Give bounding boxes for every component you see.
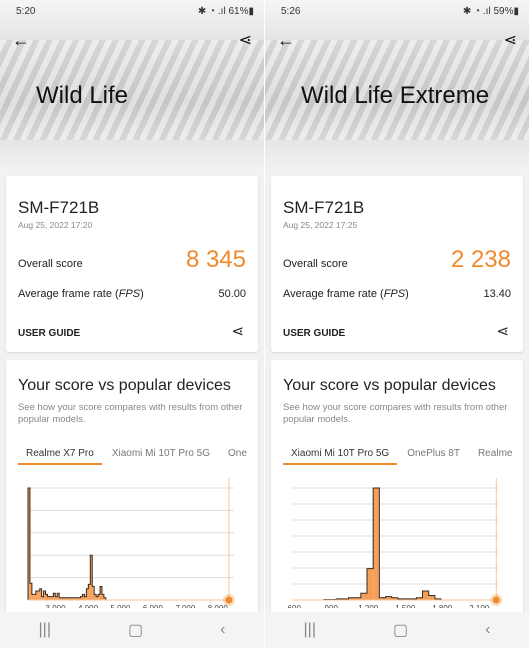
histogram-outline [27,487,108,601]
fps-label: Average frame rate (FPS) [18,288,144,300]
share-icon[interactable]: ⋖ [239,30,252,50]
status-bar: 5:20 ✱ ◔ .ıl 61%▮ [16,6,254,17]
back-arrow-icon[interactable]: ← [277,30,295,51]
your-score-marker [492,596,500,604]
share-result-icon[interactable]: ⋖ [231,322,244,340]
histogram-bar [49,596,52,600]
histogram-bar [373,488,380,600]
device-name: SM-F721B [283,198,365,217]
panel-wild-life-extreme: 5:26 ✱ ◔ .ıl 59%▮ ← ⋖ Wild Life Extreme S… [265,0,529,648]
status-time: 5:20 [16,6,36,17]
histogram-bar [33,594,36,600]
tab-device-3[interactable]: One [220,444,255,463]
benchmark-title: Wild Life [36,82,129,109]
comparison-title: Your score vs popular devices [18,377,231,394]
histogram-bar [51,596,54,600]
status-bar: 5:26 ✱ ◔ .ıl 59%▮ [281,6,519,17]
histogram-bar [41,596,44,600]
comparison-subtitle: See how your score compares with results… [283,402,508,425]
histogram-bar [31,594,34,600]
battery-level: 59% [493,6,514,17]
x-tick-label: 8 000 [208,604,229,608]
x-tick-label: 1 500 [395,604,416,608]
back-icon[interactable]: ‹ [485,621,490,639]
signal-icon: ✱ ◔ .ıl [462,6,494,17]
panel-wild-life: 5:20 ✱ ◔ .ıl 61%▮ ← ⋖ Wild Life SM-F721B … [0,0,264,648]
system-nav-bar: ||| ▢ ‹ [265,612,529,648]
score-distribution-chart: 3 000 4 000 5 000 6 000 7 000 8 000 [27,478,235,608]
x-tick-label: 600 [288,604,302,608]
histogram-bar [385,596,392,600]
device-tabs: Realme X7 Pro Xiaomi Mi 10T Pro 5G One [18,444,258,468]
histogram-bar [96,596,99,600]
tab-device-3[interactable]: Realme [470,444,520,463]
histogram-bar [37,591,40,600]
tab-device-2[interactable]: OnePlus 8T [399,444,468,463]
comparison-title: Your score vs popular devices [283,377,496,394]
x-tick-label: 6 000 [143,604,164,608]
comparison-subtitle: See how your score compares with results… [18,402,243,425]
tab-device-1[interactable]: Xiaomi Mi 10T Pro 5G [283,444,398,465]
tab-device-2[interactable]: Xiaomi Mi 10T Pro 5G [104,444,218,463]
comparison-card: Your score vs popular devices See how yo… [6,360,258,630]
histogram-bar [84,596,87,600]
home-icon[interactable]: ▢ [128,620,143,640]
recent-apps-icon[interactable]: ||| [39,621,51,639]
status-time: 5:26 [281,6,301,17]
system-nav-bar: ||| ▢ ‹ [0,612,264,648]
x-tick-label: 2 100 [469,604,490,608]
x-tick-label: 900 [325,604,339,608]
overall-score: 2 238 [450,246,511,273]
share-result-icon[interactable]: ⋖ [496,322,509,340]
your-score-marker [225,596,233,604]
overall-score-label: Overall score [283,258,348,270]
score-distribution-chart: 600 900 1 200 1 500 1 800 2 100 [288,478,503,608]
benchmark-title: Wild Life Extreme [301,82,490,109]
battery-level: 61% [228,6,249,17]
histogram-bar [428,595,435,600]
recent-apps-icon[interactable]: ||| [304,621,316,639]
home-icon[interactable]: ▢ [393,620,408,640]
device-tabs: Xiaomi Mi 10T Pro 5G OnePlus 8T Realme [283,444,523,468]
result-card: SM-F721B Aug 25, 2022 17:25 Overall scor… [271,176,523,352]
x-tick-label: 1 200 [358,604,379,608]
histogram-bar [360,593,368,600]
overall-score: 8 345 [185,246,246,273]
fps-value: 50.00 [218,288,246,300]
histogram-bar [55,596,58,600]
x-tick-label: 7 000 [175,604,196,608]
x-tick-label: 4 000 [78,604,99,608]
test-date: Aug 25, 2022 17:20 [18,220,93,230]
signal-icon: ✱ ◔ .ıl [197,6,229,17]
histogram-bar [422,591,429,600]
fps-label: Average frame rate (FPS) [283,288,409,300]
test-date: Aug 25, 2022 17:25 [283,220,358,230]
share-icon[interactable]: ⋖ [504,30,517,50]
result-card: SM-F721B Aug 25, 2022 17:20 Overall scor… [6,176,258,352]
battery-icon: ▮ [248,6,254,17]
back-icon[interactable]: ‹ [220,621,225,639]
device-name: SM-F721B [18,198,100,217]
x-tick-label: 5 000 [110,604,131,608]
histogram-bar [367,568,374,600]
battery-icon: ▮ [513,6,519,17]
overall-score-label: Overall score [18,258,83,270]
user-guide-link[interactable]: USER GUIDE [18,328,80,339]
histogram-bar [47,596,50,600]
x-tick-label: 1 800 [432,604,453,608]
comparison-card: Your score vs popular devices See how yo… [271,360,523,630]
x-tick-label: 3 000 [46,604,67,608]
back-arrow-icon[interactable]: ← [12,30,30,51]
tab-device-1[interactable]: Realme X7 Pro [18,444,102,465]
user-guide-link[interactable]: USER GUIDE [283,328,345,339]
fps-value: 13.40 [483,288,511,300]
